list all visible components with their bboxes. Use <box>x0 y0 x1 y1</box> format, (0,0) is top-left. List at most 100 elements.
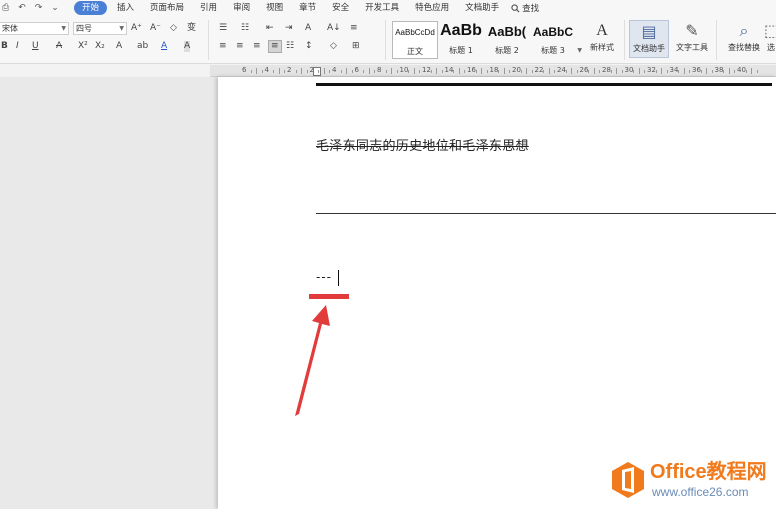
ruler-tick <box>284 70 286 73</box>
ruler-tick <box>554 70 556 73</box>
indent-marker[interactable] <box>313 67 321 76</box>
ruler-tick <box>565 70 567 73</box>
strikethrough-icon[interactable]: A <box>56 41 62 52</box>
distributed-icon[interactable]: ☷ <box>286 41 294 52</box>
shading-icon[interactable]: ◇ <box>330 41 337 52</box>
line-spacing-icon[interactable]: ↕ <box>305 41 313 52</box>
horizontal-ruler[interactable]: 6 4 2 2 4 6 8 10 12 14 16 18 20 22 24 26 28 30 32 34 36 38 40 <box>210 65 776 77</box>
chinese-layout-icon[interactable]: A <box>305 23 311 34</box>
phonetic-icon[interactable]: 变 <box>187 23 196 34</box>
align-center-icon[interactable]: ≡ <box>236 41 244 52</box>
ruler-tick <box>329 70 331 73</box>
underline-icon[interactable]: U <box>32 41 39 52</box>
tab-doc-helper[interactable]: 文档助手 <box>457 1 507 15</box>
text-tools-button[interactable]: ✎ 文字工具 <box>672 20 712 53</box>
clear-format-icon[interactable]: ◇ <box>170 23 177 34</box>
undo-icon[interactable]: ↶ <box>18 3 26 13</box>
increase-indent-icon[interactable]: ⇥ <box>285 23 293 34</box>
tab-security[interactable]: 安全 <box>324 1 357 15</box>
highlight-icon[interactable]: ab <box>137 41 148 52</box>
tab-developer[interactable]: 开发工具 <box>357 1 407 15</box>
ruler-number: 4 <box>332 66 337 74</box>
tab-review[interactable]: 审阅 <box>225 1 258 15</box>
style-heading-3[interactable]: AaBbC 标题 3 ▼ <box>530 21 582 59</box>
subscript-icon[interactable]: X₂ <box>95 41 105 52</box>
ruler-tick <box>616 68 618 74</box>
ruler-tick <box>486 70 488 73</box>
tab-references[interactable]: 引用 <box>192 1 225 15</box>
tab-home[interactable]: 开始 <box>74 1 108 15</box>
ruler-tick <box>526 68 528 74</box>
ruler-number: 16 <box>467 66 476 74</box>
ruler-tick <box>374 70 376 73</box>
tab-special-apps[interactable]: 特色应用 <box>407 1 457 15</box>
style-normal[interactable]: AaBbCcDd 正文 <box>392 21 438 59</box>
ruler-number: 24 <box>557 66 566 74</box>
bold-icon[interactable]: B <box>1 41 8 52</box>
superscript-icon[interactable]: X² <box>78 41 88 52</box>
document-heading[interactable]: 毛泽东同志的历史地位和毛泽东思想 <box>316 135 529 154</box>
ruler-tick <box>256 68 258 74</box>
font-color-icon[interactable]: A <box>161 41 167 52</box>
italic-icon[interactable]: I <box>16 41 19 52</box>
numbering-icon[interactable]: ☷ <box>241 23 249 34</box>
ruler-tick <box>306 70 308 73</box>
ruler-tick <box>368 68 370 74</box>
shrink-font-icon[interactable]: A⁻ <box>150 23 161 34</box>
ruler-tick <box>278 68 280 74</box>
tab-insert[interactable]: 插入 <box>109 1 142 15</box>
justify-icon[interactable]: ≡ <box>268 40 282 53</box>
wrench-icon: ✎ <box>685 21 699 40</box>
ruler-tick <box>363 70 365 73</box>
ruler-tick <box>413 68 415 74</box>
ruler-tick <box>453 70 455 73</box>
ruler-tick <box>531 70 533 73</box>
text-effect-icon[interactable]: A <box>116 41 122 52</box>
more-styles-icon[interactable]: ▼ <box>577 47 582 54</box>
ruler-tick <box>689 70 691 73</box>
ruler-number: 18 <box>489 66 499 74</box>
font-name-select[interactable]: 宋体 ▼ <box>0 22 69 35</box>
redo-icon[interactable]: ↷ <box>35 3 43 13</box>
header-rule <box>316 83 772 86</box>
decrease-indent-icon[interactable]: ⇤ <box>266 23 274 34</box>
ruler-number: 14 <box>444 66 454 74</box>
char-shading-icon[interactable]: A <box>184 41 191 52</box>
quick-access-toolbar: ⎙ ↶ ↷ ⌄ <box>0 3 74 13</box>
doc-helper-button[interactable]: ▤ 文档助手 <box>629 20 669 58</box>
ruler-tick <box>756 70 758 73</box>
align-left-icon[interactable]: ≡ <box>219 41 227 52</box>
customize-chevron-icon[interactable]: ⌄ <box>51 3 59 13</box>
bullets-icon[interactable]: ☰ <box>219 23 227 34</box>
ruler-tick <box>633 70 635 73</box>
document-page[interactable]: 毛泽东同志的历史地位和毛泽东思想 --- <box>218 77 776 509</box>
tab-page-layout[interactable]: 页面布局 <box>142 1 192 15</box>
tab-view[interactable]: 视图 <box>258 1 291 15</box>
sort-icon[interactable]: A↓ <box>327 23 341 34</box>
ruler-tick <box>385 70 387 73</box>
ruler-number: 38 <box>714 66 724 74</box>
style-sample: AaBb( <box>487 24 527 39</box>
ruler-number: 6 <box>242 66 247 74</box>
style-heading-1[interactable]: AaBb 标题 1 <box>438 21 484 59</box>
ruler-tick <box>458 68 460 74</box>
find-replace-button[interactable]: ⌕ 查找替换 <box>724 20 764 53</box>
ruler-tick <box>351 70 353 73</box>
new-style-button[interactable]: A 新样式 <box>585 20 619 53</box>
ruler-tick <box>520 70 522 73</box>
typed-dashes[interactable]: --- <box>316 270 332 284</box>
ruler-number: 20 <box>512 66 521 74</box>
print-preview-icon[interactable]: ⎙ <box>2 3 9 13</box>
ruler-number: 4 <box>264 66 269 74</box>
ruler-number: 32 <box>647 66 656 74</box>
style-heading-2[interactable]: AaBb( 标题 2 <box>484 21 530 59</box>
tab-section[interactable]: 章节 <box>291 1 324 15</box>
show-marks-icon[interactable]: ≡ <box>350 23 358 34</box>
align-right-icon[interactable]: ≡ <box>253 41 261 52</box>
font-size-select[interactable]: 四号 ▼ <box>73 22 127 35</box>
grow-font-icon[interactable]: A⁺ <box>131 23 142 34</box>
select-button[interactable]: ⬚ 选 <box>764 20 776 53</box>
ruler-tick <box>678 70 680 73</box>
borders-icon[interactable]: ⊞ <box>352 41 360 52</box>
search-box[interactable]: 查找 <box>507 2 539 14</box>
